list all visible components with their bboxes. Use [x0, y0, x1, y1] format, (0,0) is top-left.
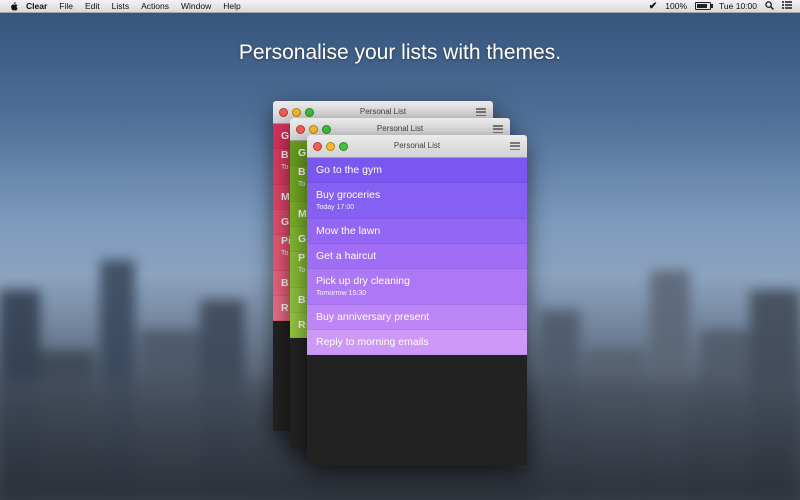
- minimize-icon[interactable]: [309, 125, 318, 134]
- list-item-title: Buy anniversary present: [316, 311, 430, 323]
- window-title: Personal List: [359, 107, 407, 116]
- menu-edit[interactable]: Edit: [85, 1, 100, 11]
- spotlight-search-icon[interactable]: [765, 0, 774, 12]
- menu-window[interactable]: Window: [181, 1, 211, 11]
- list-item-title: Buy groceries: [316, 189, 381, 201]
- clear-checkmark-icon[interactable]: ✔: [649, 1, 657, 12]
- battery-percentage: 100%: [665, 1, 688, 11]
- window-title: Personal List: [376, 124, 424, 133]
- battery-icon[interactable]: [695, 2, 714, 10]
- list-item-title: Mow the lawn: [316, 225, 381, 237]
- minimize-icon[interactable]: [326, 142, 335, 151]
- menu-icon[interactable]: [510, 142, 520, 150]
- window-title: Personal List: [393, 141, 441, 150]
- list-item-title: Go to the gym: [316, 164, 382, 176]
- menu-lists[interactable]: Lists: [112, 1, 129, 11]
- zoom-icon[interactable]: [322, 125, 331, 134]
- menu-app-name[interactable]: Clear: [26, 1, 47, 11]
- menu-help[interactable]: Help: [223, 1, 240, 11]
- page-headline: Personalise your lists with themes.: [238, 41, 562, 64]
- list-item[interactable]: Go to the gym: [307, 158, 527, 183]
- list-item-reminder: Tomorrow 15:30: [316, 290, 367, 297]
- list-item[interactable]: Pick up dry cleaning Tomorrow 15:30: [307, 269, 527, 305]
- minimize-icon[interactable]: [292, 108, 301, 117]
- list-item[interactable]: Buy groceries Today 17:00: [307, 183, 527, 219]
- purple-theme-window[interactable]: Personal List Go to the gym Buy groceries…: [307, 135, 527, 465]
- list-item-title: Pick up dry cleaning: [316, 275, 410, 287]
- list-item-reminder: Today 17:00: [316, 204, 355, 211]
- menu-actions[interactable]: Actions: [141, 1, 169, 11]
- menu-icon[interactable]: [493, 125, 503, 133]
- window-titlebar[interactable]: Personal List: [307, 135, 527, 158]
- menu-icon[interactable]: [476, 108, 486, 116]
- list-rows: Go to the gym Buy groceries Today 17:00 Mow…: [307, 158, 527, 355]
- list-item[interactable]: Mow the lawn: [307, 219, 527, 244]
- close-icon[interactable]: [279, 108, 288, 117]
- close-icon[interactable]: [296, 125, 305, 134]
- zoom-icon[interactable]: [339, 142, 348, 151]
- zoom-icon[interactable]: [305, 108, 314, 117]
- menu-clock[interactable]: Tue 10:00: [719, 1, 757, 11]
- list-item-title: Get a haircut: [316, 250, 377, 262]
- list-item[interactable]: Get a haircut: [307, 244, 527, 269]
- notification-center-icon[interactable]: [782, 1, 792, 11]
- menu-bar: Clear File Edit Lists Actions Window Hel…: [0, 0, 800, 13]
- close-icon[interactable]: [313, 142, 322, 151]
- menu-file[interactable]: File: [59, 1, 73, 11]
- list-item[interactable]: Reply to morning emails: [307, 330, 527, 355]
- list-item[interactable]: Buy anniversary present: [307, 305, 527, 330]
- list-item-title: Reply to morning emails: [316, 336, 429, 348]
- apple-icon[interactable]: [10, 1, 18, 11]
